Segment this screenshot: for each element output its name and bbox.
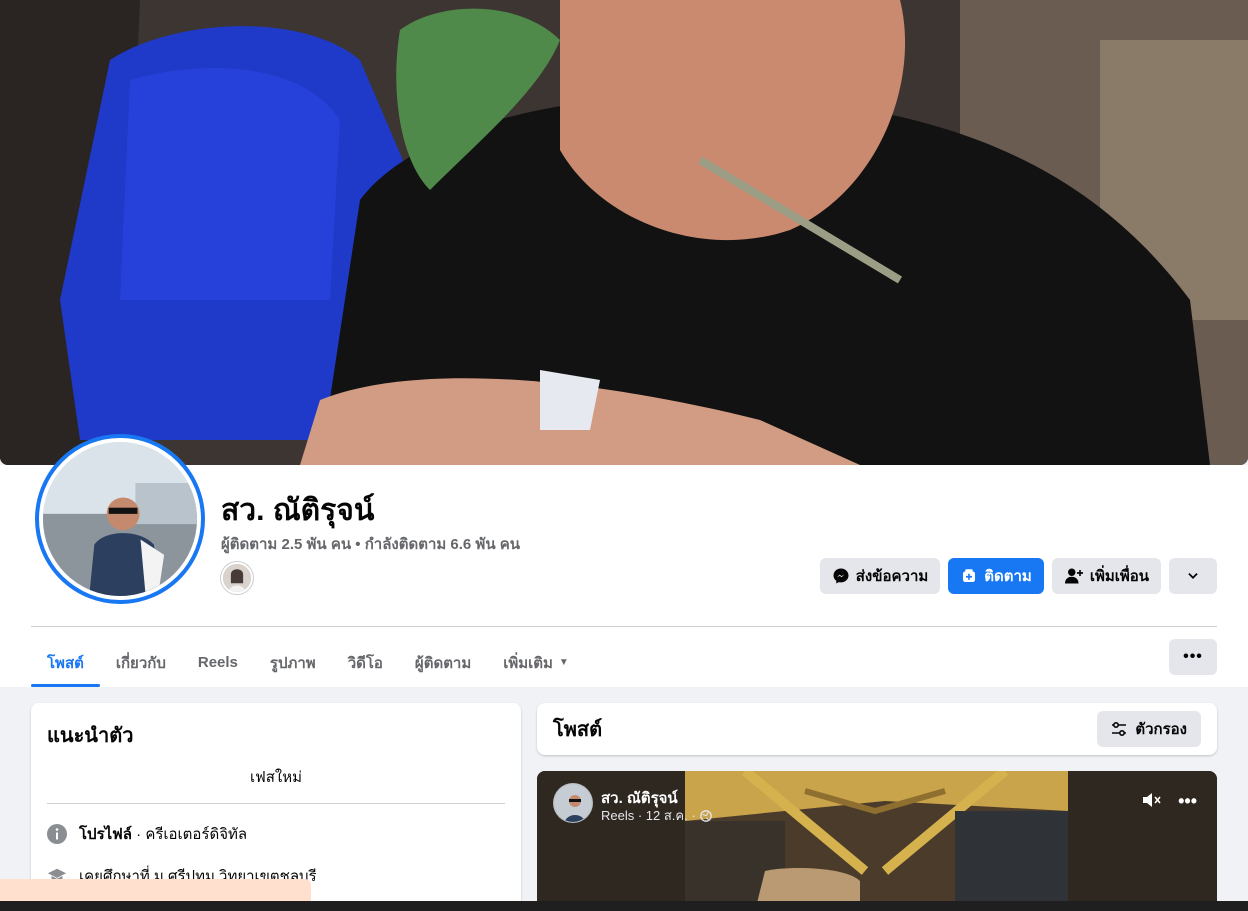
reel-thumbnail — [685, 771, 1068, 911]
profile-category-text: โปรไฟล์ · ครีเอเตอร์ดิจิทัล — [79, 822, 247, 846]
add-friend-label: เพิ่มเพื่อน — [1089, 568, 1149, 585]
tab-about[interactable]: เกี่ยวกับ — [100, 638, 182, 687]
avatar-image — [43, 442, 197, 596]
follow-stats[interactable]: ผู้ติดตาม 2.5 พัน คน • กำลังติดตาม 6.6 พ… — [221, 532, 520, 556]
cover-photo[interactable] — [0, 0, 1248, 465]
profile-avatar[interactable] — [35, 434, 205, 604]
tab-posts[interactable]: โพสต์ — [31, 638, 100, 687]
reel-meta-text[interactable]: Reels · 12 ส.ค. · — [601, 805, 696, 826]
reel-post[interactable]: สว. ณัติรุจน์ Reels · 12 ส.ค. · ••• — [537, 771, 1217, 911]
follow-label: ติดตาม — [984, 568, 1032, 585]
more-dots-icon: ••• — [1183, 648, 1203, 665]
posts-title: โพสต์ — [553, 719, 603, 741]
intro-bio: เฟสใหม่ — [47, 765, 505, 804]
add-friend-icon — [1064, 568, 1083, 584]
more-actions-button[interactable] — [1169, 558, 1217, 594]
intro-title: แนะนำตัว — [47, 725, 134, 747]
cover-image — [0, 0, 1248, 465]
tab-reels[interactable]: Reels — [182, 638, 254, 687]
post-options-icon[interactable]: ••• — [1178, 791, 1197, 814]
tab-more-label: เพิ่มเติม — [503, 654, 553, 672]
reel-controls: ••• — [1142, 791, 1197, 814]
profile-category-value: · ครีเอเตอร์ดิจิทัล — [132, 826, 248, 843]
message-label: ส่งข้อความ — [855, 568, 929, 585]
mutual-avatar-image — [223, 564, 251, 592]
profile-name: สว. ณัติรุจน์ — [221, 494, 375, 527]
caret-down-icon: ▼ — [558, 657, 569, 668]
mute-icon[interactable] — [1142, 791, 1162, 814]
profile-category-label: โปรไฟล์ — [79, 826, 132, 843]
profile-actions: ส่งข้อความ ติดตาม เพิ่มเพื่อน — [819, 558, 1217, 594]
tab-followers[interactable]: ผู้ติดตาม — [399, 638, 487, 687]
profile-tabs: โพสต์ เกี่ยวกับ Reels รูปภาพ วิดีโอ ผู้ต… — [31, 638, 585, 687]
filter-label: ตัวกรอง — [1135, 721, 1187, 738]
tab-photos[interactable]: รูปภาพ — [254, 638, 332, 687]
os-taskbar — [0, 901, 1248, 911]
reel-video[interactable] — [685, 771, 1068, 911]
profile-category-row: โปรไฟล์ · ครีเอเตอร์ดิจิทัล — [47, 822, 505, 846]
info-icon — [47, 824, 67, 844]
chevron-down-icon — [1188, 573, 1198, 579]
reel-meta: Reels · 12 ส.ค. · — [601, 805, 712, 826]
globe-icon — [699, 809, 712, 822]
mutual-friend-avatar[interactable] — [221, 562, 253, 594]
filter-icon — [1112, 721, 1127, 737]
add-friend-button[interactable]: เพิ่มเพื่อน — [1051, 558, 1161, 594]
message-button[interactable]: ส่งข้อความ — [819, 558, 941, 594]
follow-icon — [963, 569, 976, 582]
messenger-icon — [833, 568, 849, 584]
tab-more[interactable]: เพิ่มเติม ▼ — [487, 638, 585, 687]
reel-avatar-image — [554, 784, 592, 822]
posts-header-card: โพสต์ ตัวกรอง — [537, 703, 1217, 755]
filter-button[interactable]: ตัวกรอง — [1097, 711, 1201, 747]
tab-videos[interactable]: วิดีโอ — [332, 638, 399, 687]
tabs-overflow-button[interactable]: ••• — [1169, 639, 1217, 675]
header-divider — [31, 626, 1217, 627]
reel-author-avatar[interactable] — [553, 783, 593, 823]
follow-button[interactable]: ติดตาม — [948, 558, 1044, 594]
